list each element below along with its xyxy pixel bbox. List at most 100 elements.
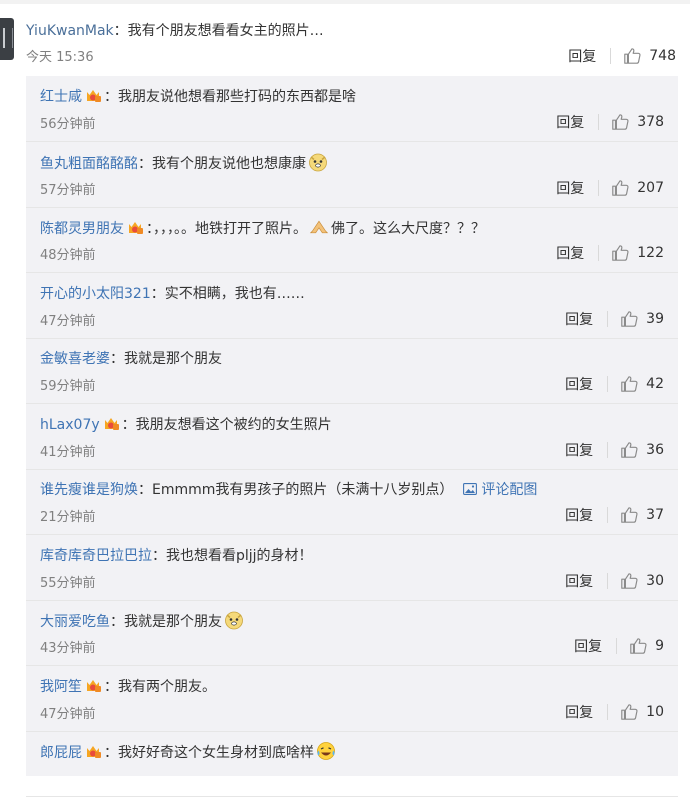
reply-author-link[interactable]: 红士咸 xyxy=(40,89,82,105)
thumbs-up-icon[interactable] xyxy=(620,703,638,721)
reply-author-link[interactable]: 库奇库奇巴拉巴拉 xyxy=(40,548,152,564)
reply-time: 56分钟前 xyxy=(40,117,96,132)
reply-text: 郎屁屁 ：我好好奇这个女生身材到底啥样 xyxy=(40,741,338,762)
reply-author-link[interactable]: 陈都灵男朋友 xyxy=(40,221,124,237)
separator: ： xyxy=(152,548,166,564)
thumbs-up-icon[interactable] xyxy=(620,310,638,328)
separator: ： xyxy=(113,23,128,39)
reply-button[interactable]: 回复 xyxy=(556,243,584,263)
reply-time: 47分钟前 xyxy=(40,314,96,329)
like-count: 30 xyxy=(646,573,664,589)
action-divider xyxy=(598,180,600,196)
reply-button[interactable]: 回复 xyxy=(565,505,593,525)
reply-actions: 回复 37 xyxy=(565,505,664,525)
thumbs-up-icon[interactable] xyxy=(620,506,638,524)
thumbs-up-icon[interactable] xyxy=(611,179,629,197)
reply-button[interactable]: 回复 xyxy=(565,702,593,722)
reply-author-link[interactable]: 大丽爱吃鱼 xyxy=(40,614,110,630)
separator: ： xyxy=(110,614,124,630)
reply-item: 郎屁屁 ：我好好奇这个女生身材到底啥样 xyxy=(26,731,678,797)
reply-body-continued: 佛了。这么大尺度？？？ xyxy=(331,221,485,237)
user-avatar[interactable] xyxy=(0,18,14,60)
thumbs-up-icon[interactable] xyxy=(620,572,638,590)
reply-time: 43分钟前 xyxy=(40,641,96,656)
reply-body: 我有个朋友说他也想康康 xyxy=(152,156,306,172)
vip-badge-icon xyxy=(87,746,101,758)
action-divider xyxy=(607,442,609,458)
vip-badge-icon xyxy=(104,418,119,430)
thumbs-up-icon[interactable] xyxy=(623,47,641,65)
reply-button[interactable]: 回复 xyxy=(565,374,593,394)
comment-actions: 回复 748 xyxy=(568,46,676,66)
reply-body: ，，，。。地铁打开了照片。 xyxy=(153,221,307,237)
action-divider xyxy=(607,573,609,589)
vip-badge-icon xyxy=(87,90,101,102)
reply-item: 我阿笙 ：我有两个朋友。 47分钟前 回复 10 xyxy=(26,666,678,732)
separator: ： xyxy=(150,286,165,302)
reply-actions: 回复 378 xyxy=(556,112,664,132)
doge-emoji-icon xyxy=(225,611,243,630)
thumbs-up-icon[interactable] xyxy=(629,637,647,655)
like-count: 122 xyxy=(637,245,664,261)
reply-body: 我有两个朋友。 xyxy=(118,679,216,695)
reply-button[interactable]: 回复 xyxy=(565,571,593,591)
reply-button[interactable]: 回复 xyxy=(565,309,593,329)
like-count: 42 xyxy=(646,376,664,392)
reply-text: 大丽爱吃鱼：我就是那个朋友 xyxy=(40,610,246,631)
reply-time: 48分钟前 xyxy=(40,248,96,263)
reply-time: 59分钟前 xyxy=(40,379,96,394)
like-count: 10 xyxy=(646,704,664,720)
reply-body: 我就是那个朋友 xyxy=(124,351,222,367)
reply-item: 大丽爱吃鱼：我就是那个朋友 43分钟前 回复 9 xyxy=(26,600,678,666)
reply-author-link[interactable]: hLax07y xyxy=(40,417,100,433)
separator: ： xyxy=(121,417,136,433)
action-divider xyxy=(598,245,600,261)
reply-button[interactable]: 回复 xyxy=(556,112,584,132)
reply-text: 陈都灵男朋友 ：，，，。。地铁打开了照片。 佛了。这么大尺度？？？ xyxy=(40,217,485,238)
separator: ： xyxy=(110,351,124,367)
praying-hands-icon xyxy=(309,220,329,234)
view-comment-image-link[interactable]: 评论配图 xyxy=(481,482,537,498)
reply-author-link[interactable]: 我阿笙 xyxy=(40,679,82,695)
thumbs-up-icon[interactable] xyxy=(611,244,629,262)
reply-author-link[interactable]: 开心的小太阳321 xyxy=(40,286,151,302)
reply-item: 库奇库奇巴拉巴拉：我也想看看pljj的身材！ 55分钟前 回复 30 xyxy=(26,535,678,601)
reply-button[interactable]: 回复 xyxy=(565,440,593,460)
main-comment-text: YiuKwanMak：我有个朋友想看看女主的照片… xyxy=(26,20,324,40)
reply-author-link[interactable]: 金敏喜老婆 xyxy=(40,351,110,367)
action-divider xyxy=(607,311,609,327)
reply-author-link[interactable]: 郎屁屁 xyxy=(40,745,82,761)
reply-author-link[interactable]: 鱼丸粗面酩酩酩 xyxy=(40,156,138,172)
reply-time: 55分钟前 xyxy=(40,576,96,591)
like-count: 37 xyxy=(646,507,664,523)
reply-button[interactable]: 回复 xyxy=(574,636,602,656)
thumbs-up-icon[interactable] xyxy=(620,441,638,459)
reply-button[interactable]: 回复 xyxy=(556,178,584,198)
comment-author-link[interactable]: YiuKwanMak xyxy=(26,23,114,39)
reply-text: 我阿笙 ：我有两个朋友。 xyxy=(40,676,216,696)
reply-body: 我也想看看pljj的身材！ xyxy=(166,548,313,564)
thumbs-up-icon[interactable] xyxy=(611,113,629,131)
reply-author-link[interactable]: 谁先瘦谁是狗焕 xyxy=(40,482,138,498)
separator: ： xyxy=(104,679,118,695)
vip-badge-icon xyxy=(87,680,101,692)
reply-actions: 回复 122 xyxy=(556,243,664,263)
thumbs-up-icon[interactable] xyxy=(620,375,638,393)
separator: ： xyxy=(104,745,118,761)
reply-actions: 回复 207 xyxy=(556,178,664,198)
reply-text: 鱼丸粗面酩酩酩：我有个朋友说他也想康康 xyxy=(40,152,330,173)
reply-body: 我朋友想看这个被约的女生照片 xyxy=(135,417,332,433)
doge-emoji-icon xyxy=(309,153,327,172)
reply-button[interactable]: 回复 xyxy=(568,46,596,66)
reply-body: 我就是那个朋友 xyxy=(124,614,222,630)
reply-text: 开心的小太阳321：实不相瞒，我也有…… xyxy=(40,283,305,303)
reply-time: 57分钟前 xyxy=(40,183,96,198)
action-divider xyxy=(616,638,618,654)
action-divider xyxy=(607,507,609,523)
reply-text: 库奇库奇巴拉巴拉：我也想看看pljj的身材！ xyxy=(40,545,313,565)
reply-item: 鱼丸粗面酩酩酩：我有个朋友说他也想康康 57分钟前 回复 207 xyxy=(26,142,678,208)
action-divider xyxy=(607,704,609,720)
image-icon xyxy=(463,483,478,495)
reply-item: hLax07y ：我朋友想看这个被约的女生照片 41分钟前 回复 36 xyxy=(26,404,678,470)
like-count: 207 xyxy=(637,180,664,196)
